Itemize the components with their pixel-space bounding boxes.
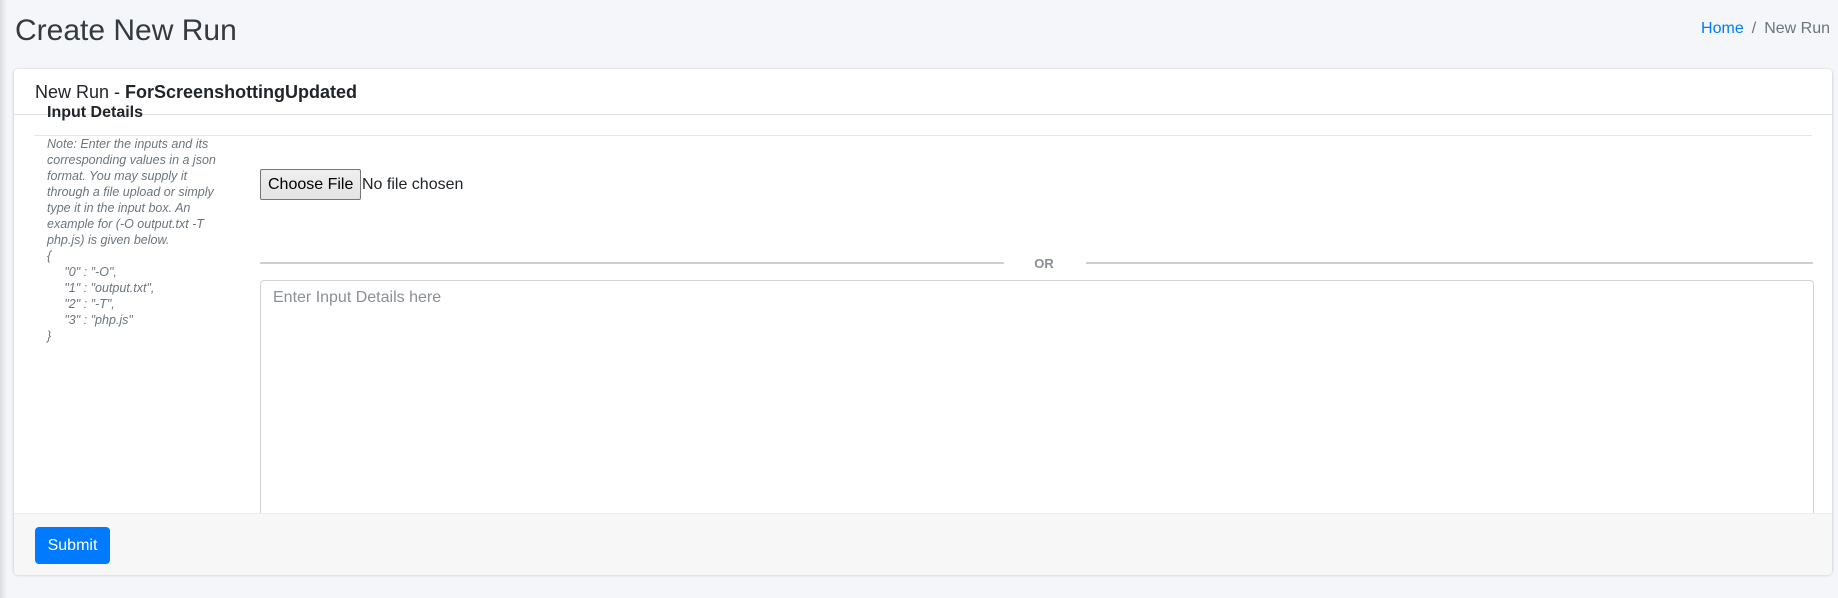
or-divider-text: OR [1034,256,1054,271]
breadcrumb-current: New Run [1764,20,1830,37]
choose-file-button[interactable]: Choose File [260,169,362,200]
card-header: New Run - ForScreenshottingUpdated [14,69,1832,115]
card-footer: Submit [14,513,1832,575]
card-title-prefix: New Run - [35,82,126,102]
input-details-textarea[interactable] [260,280,1814,546]
sidebar-edge-shadow [0,0,7,598]
breadcrumb: Home / New Run [1701,18,1830,40]
card-title: New Run - ForScreenshottingUpdated [35,81,357,103]
project-name: ForScreenshottingUpdated [125,82,358,102]
section-divider [34,135,1812,136]
breadcrumb-home-link[interactable]: Home [1701,20,1744,37]
input-details-note: Note: Enter the inputs and its correspon… [47,137,216,343]
breadcrumb-separator: / [1751,20,1757,37]
new-run-card: New Run - ForScreenshottingUpdated Input… [14,69,1832,575]
or-divider-left-line [260,262,1004,264]
submit-button[interactable]: Submit [35,527,110,564]
page-title: Create New Run [15,14,237,47]
page-header: Create New Run Home / New Run [15,12,1830,50]
input-details-label: Input Details [47,104,144,121]
or-divider-right-line [1086,262,1813,264]
file-status-text: No file chosen [362,176,464,193]
